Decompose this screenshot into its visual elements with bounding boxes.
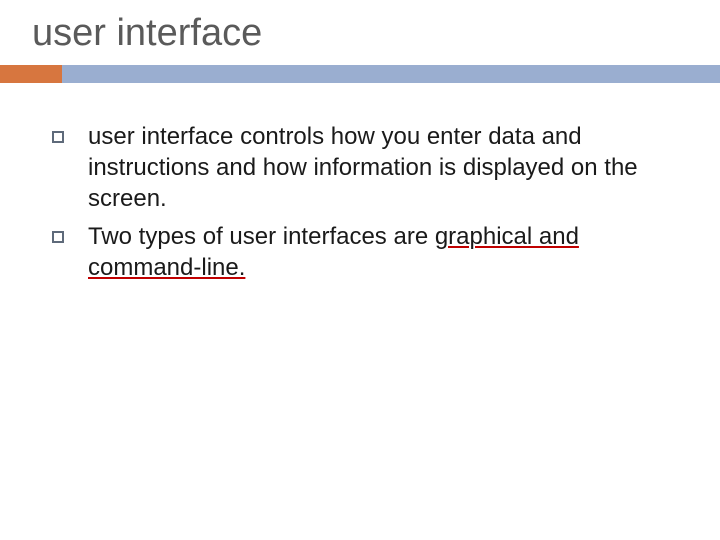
bullet-square-icon (52, 131, 64, 143)
list-item: Two types of user interfaces are graphic… (52, 221, 680, 283)
list-item: user interface controls how you enter da… (52, 121, 680, 215)
bullet-text-pre: user interface controls how you enter da… (88, 123, 638, 212)
slide-title: user interface (0, 12, 720, 65)
bullet-text: Two types of user interfaces are graphic… (88, 221, 680, 283)
bullet-square-icon (52, 231, 64, 243)
slide: user interface user interface controls h… (0, 0, 720, 540)
bullet-text-pre: Two types of user interfaces are (88, 223, 435, 250)
content-area: user interface controls how you enter da… (0, 83, 720, 283)
accent-bar-blue (62, 65, 720, 83)
divider-bar (0, 65, 720, 83)
accent-bar-orange (0, 65, 62, 83)
bullet-text: user interface controls how you enter da… (88, 121, 680, 215)
